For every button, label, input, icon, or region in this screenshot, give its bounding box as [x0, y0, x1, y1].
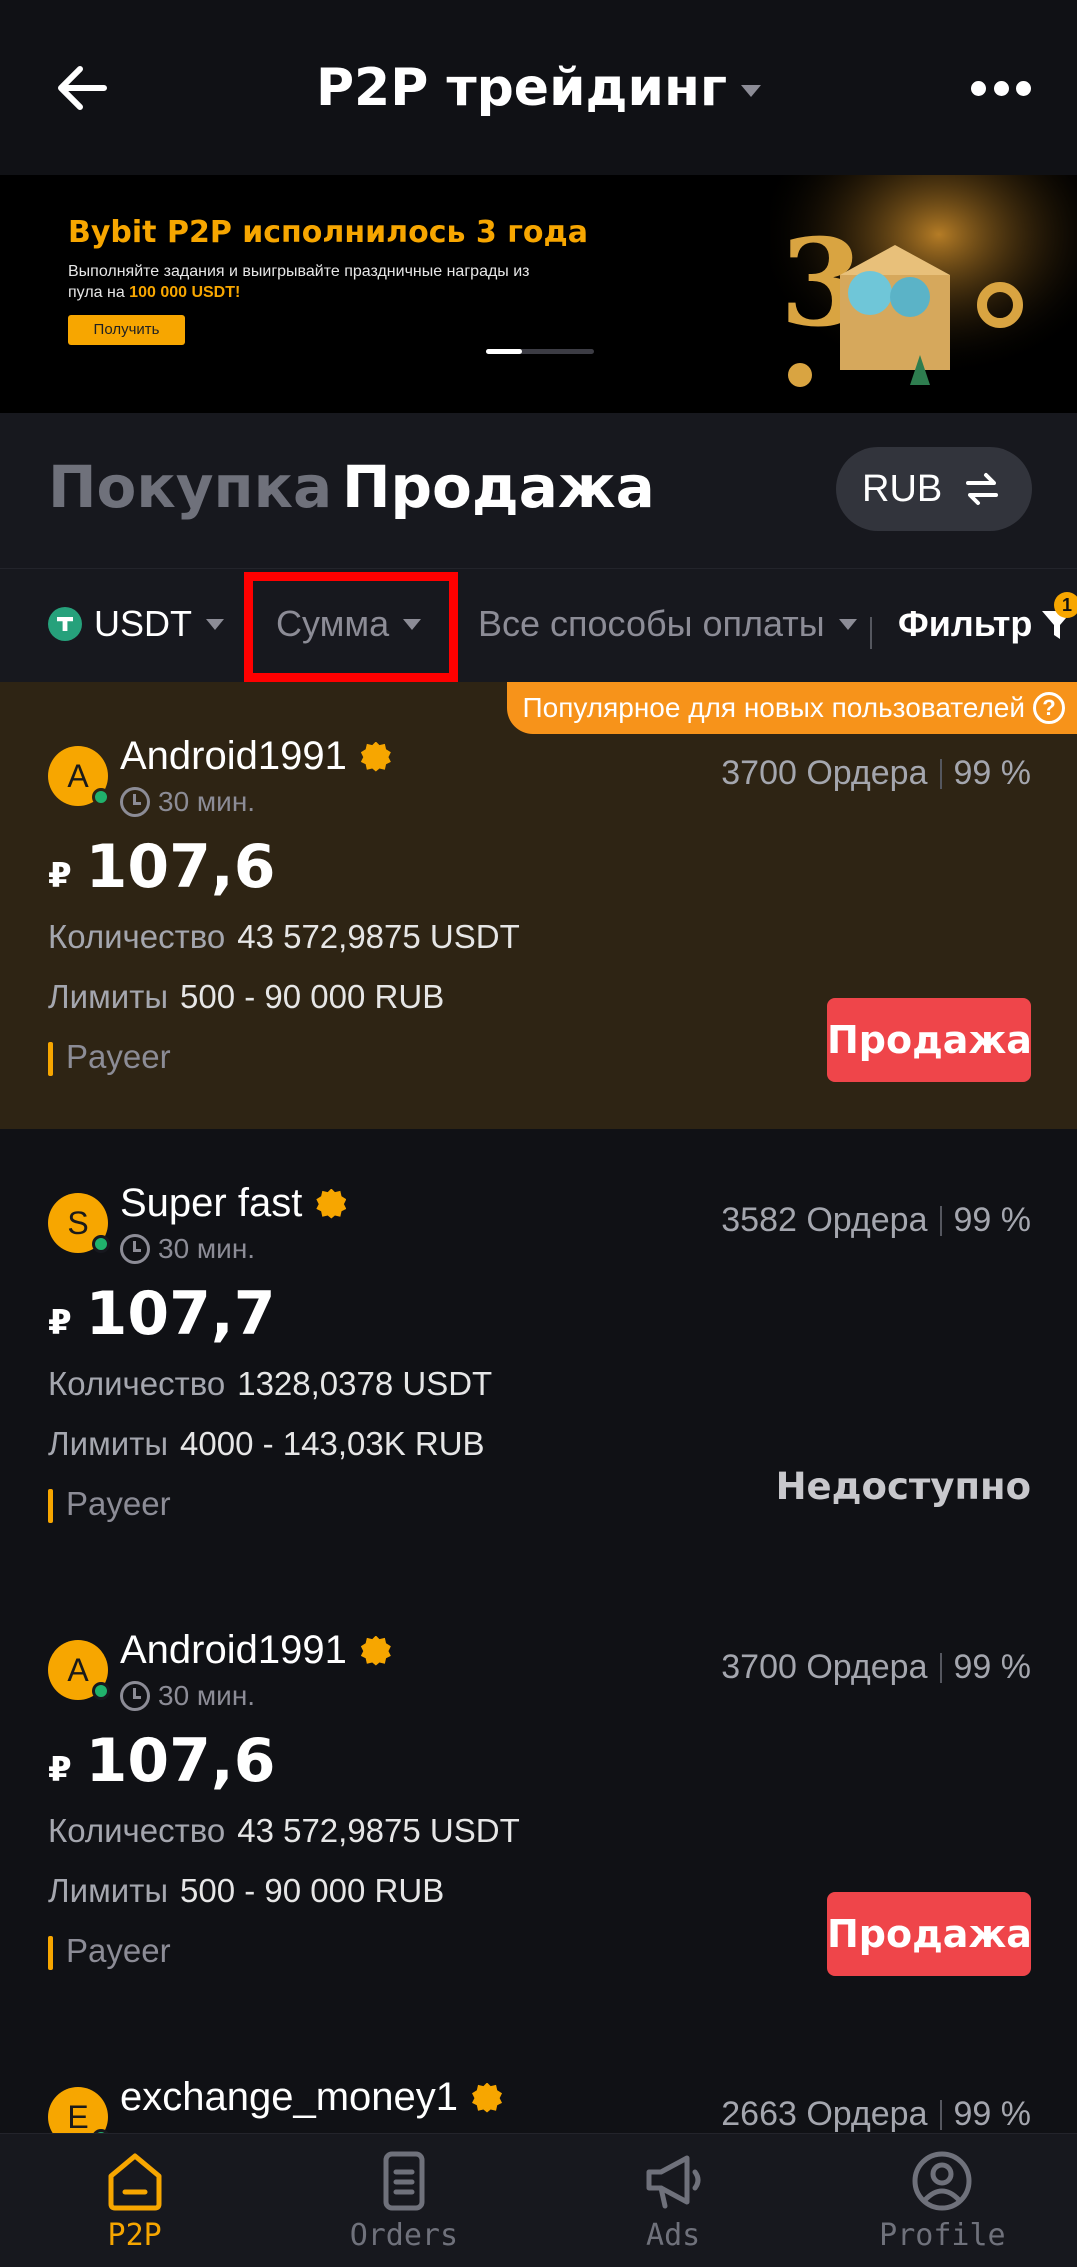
orders-icon — [383, 2151, 425, 2211]
carousel-indicator — [486, 349, 594, 354]
offer-price: ₽107,6 — [48, 832, 276, 902]
nav-orders[interactable]: Orders — [269, 2134, 538, 2267]
online-indicator — [92, 788, 110, 806]
tab-buy[interactable]: Покупка — [48, 453, 332, 521]
chevron-down-icon — [206, 618, 224, 630]
coin-selector[interactable]: USDT — [48, 603, 224, 645]
nav-profile[interactable]: Profile — [808, 2134, 1077, 2267]
chevron-down-icon — [838, 618, 857, 630]
more-menu-icon[interactable] — [971, 78, 1031, 98]
anniversary-illustration: 3 — [770, 175, 1077, 413]
swap-icon — [966, 473, 999, 505]
offer-quantity: Количество 43 572,9875 USDT — [48, 1812, 520, 1849]
offer-card[interactable]: S Super fast 30 мин. 3582 Ордера 99 % ₽10… — [0, 1129, 1077, 1576]
app-header: P2P трейдинг — [0, 0, 1077, 175]
clock-icon — [120, 787, 150, 817]
merchant-name[interactable]: Android1991 — [120, 734, 391, 779]
merchant-name[interactable]: Android1991 — [120, 1628, 391, 1673]
filter-count-badge: 1 — [1054, 592, 1077, 618]
filter-bar: USDT Сумма Все способы оплаты Фильтр — [0, 568, 1077, 682]
offer-limits: Лимиты 500 - 90 000 RUB — [48, 978, 445, 1015]
tab-sell[interactable]: Продажа — [342, 453, 655, 521]
nav-ads[interactable]: Ads — [539, 2134, 808, 2267]
offer-price: ₽107,6 — [48, 1726, 276, 1796]
verified-badge-icon — [472, 2082, 503, 2113]
avatar: S — [48, 1193, 110, 1253]
payment-time: 30 мин. — [120, 1233, 255, 1265]
fiat-currency-label: RUB — [862, 467, 943, 510]
banner-subtitle: Выполняйте задания и выигрывайте праздни… — [68, 263, 530, 301]
payment-method: Payeer — [48, 1038, 171, 1076]
filter-button[interactable]: Фильтр — [898, 603, 1074, 645]
chevron-down-icon — [741, 85, 762, 97]
banner-title: Bybit P2P исполнилось 3 года — [68, 215, 588, 250]
payment-method: Payeer — [48, 1932, 171, 1970]
merchant-stats: 3700 Ордера 99 % — [721, 754, 1031, 792]
fiat-currency-switch[interactable]: RUB — [836, 447, 1032, 531]
sell-button[interactable]: Продажа — [827, 1892, 1032, 1976]
payment-method: Payeer — [48, 1485, 171, 1523]
merchant-stats: 3582 Ордера 99 % — [721, 1201, 1031, 1239]
promo-banner[interactable]: Bybit P2P исполнилось 3 года Выполняйте … — [0, 175, 1077, 413]
offer-card[interactable]: E exchange_money1 2663 Ордера 99 % — [0, 2023, 1077, 2133]
usdt-icon — [48, 607, 82, 641]
megaphone-icon — [646, 2155, 701, 2209]
profile-icon — [912, 2151, 972, 2211]
highlight-box — [244, 572, 458, 682]
offer-quantity: Количество 43 572,9875 USDT — [48, 918, 520, 955]
online-indicator — [92, 1682, 110, 1700]
avatar: A — [48, 1640, 110, 1700]
offer-quantity: Количество 1328,0378 USDT — [48, 1365, 493, 1402]
bottom-navigation: P2P Orders Ads Profile — [0, 2133, 1077, 2267]
merchant-name[interactable]: Super fast — [120, 1181, 347, 1226]
trade-side-tabs: Покупка Продажа RUB — [0, 413, 1077, 568]
verified-badge-icon — [316, 1188, 347, 1219]
payment-method-selector[interactable]: Все способы оплаты — [478, 603, 857, 645]
page-title[interactable]: P2P трейдинг — [0, 58, 1077, 118]
sell-button[interactable]: Продажа — [827, 998, 1032, 1082]
payment-time: 30 мин. — [120, 1680, 255, 1712]
help-icon[interactable]: ? — [1033, 692, 1065, 724]
verified-badge-icon — [360, 741, 391, 772]
promo-tag: Популярное для новых пользователей ? — [506, 682, 1077, 734]
offer-price: ₽107,7 — [48, 1279, 276, 1349]
verified-badge-icon — [360, 1635, 391, 1666]
nav-p2p[interactable]: P2P — [0, 2134, 269, 2267]
avatar: A — [48, 746, 110, 806]
merchant-stats: 3700 Ордера 99 % — [721, 1648, 1031, 1686]
offer-card[interactable]: Популярное для новых пользователей ? A A… — [0, 682, 1077, 1129]
merchant-name[interactable]: exchange_money1 — [120, 2075, 503, 2120]
merchant-stats: 2663 Ордера 99 % — [721, 2095, 1031, 2133]
avatar: E — [48, 2087, 110, 2133]
payment-time: 30 мин. — [120, 786, 255, 818]
unavailable-label: Недоступно — [775, 1465, 1031, 1508]
divider — [870, 617, 872, 649]
clock-icon — [120, 1234, 150, 1264]
online-indicator — [92, 1235, 110, 1253]
offer-card[interactable]: A Android1991 30 мин. 3700 Ордера 99 % ₽1… — [0, 1576, 1077, 2023]
clock-icon — [120, 1681, 150, 1711]
home-icon — [108, 2153, 162, 2211]
offer-limits: Лимиты 500 - 90 000 RUB — [48, 1872, 445, 1909]
offer-limits: Лимиты 4000 - 143,03K RUB — [48, 1425, 485, 1462]
banner-get-button[interactable]: Получить — [68, 315, 185, 345]
